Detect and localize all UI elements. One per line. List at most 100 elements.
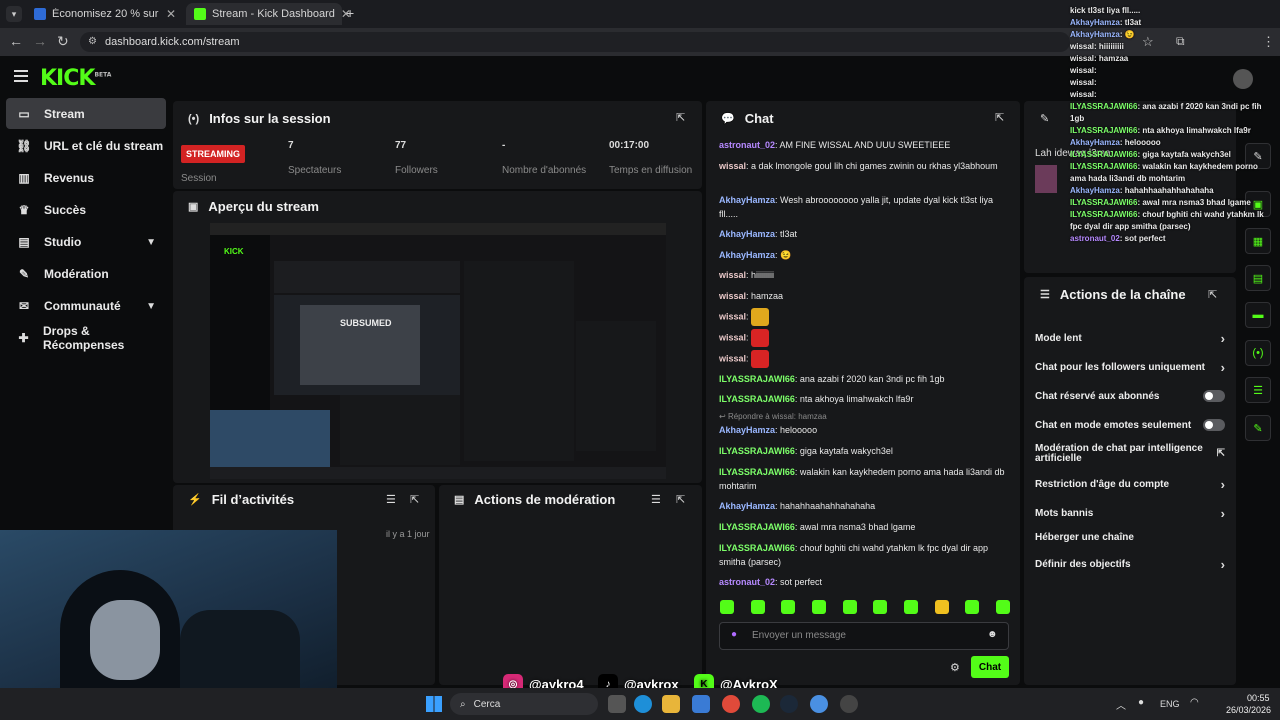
emote-icon[interactable] [965,600,980,614]
rail-document-button[interactable]: ▤ [1245,265,1271,291]
sidebar-item-succes[interactable]: ♛ Succès [6,195,166,225]
chat-message[interactable]: astronaut_02: sot perfect [719,575,1014,589]
reload-icon[interactable]: ↻ [57,33,69,50]
chat-message[interactable]: AkhayHamza: tl3at [719,227,1014,241]
chat-message[interactable]: wissal: hiiiiiiiii [719,268,1014,282]
tray-wifi-icon[interactable]: ◠ [1190,697,1199,708]
emote-icon[interactable] [720,600,734,614]
gift-icon: ✚ [18,331,29,345]
popout-icon[interactable]: ⇱ [676,111,685,124]
action-banned-words[interactable]: Mots bannis › [1035,506,1225,521]
rail-chat-button[interactable]: ▬ [1245,302,1271,328]
chat-message[interactable]: AkhayHamza: hahahhaahahhahahaha [719,499,1014,513]
emote-icon[interactable] [903,600,918,614]
send-chat-button[interactable]: Chat [971,656,1009,678]
chat-message[interactable]: wissal: hamzaa [719,289,1014,303]
chat-message[interactable]: wissal: [719,350,1014,368]
emoji-icon[interactable]: ☻ [987,629,998,640]
action-ai-moderation[interactable]: Modération de chat par intelligence arti… [1035,444,1225,464]
language-indicator[interactable]: ENG [1160,699,1180,709]
back-icon[interactable]: ← [9,33,23,49]
emote-icon[interactable] [873,600,888,614]
sidebar-item-url-key[interactable]: ⛓ URL et clé du stream [6,131,166,161]
action-set-goals[interactable]: Définir des objectifs › [1035,557,1225,572]
rail-actions-button[interactable]: ☰ [1245,377,1271,403]
chat-message[interactable]: AkhayHamza: Wesh abroooooooo yalla jit, … [719,193,1014,221]
action-mode-lent[interactable]: Mode lent › [1035,331,1225,346]
emote-icon[interactable] [934,600,949,614]
sidebar-item-moderation[interactable]: ✎ Modération [6,259,166,289]
file-explorer-icon[interactable] [608,695,626,713]
spotify-icon[interactable] [752,695,770,713]
browser-tab-kick[interactable]: Stream - Kick Dashboard ✕ [186,3,351,25]
emote-icon[interactable] [811,600,826,614]
chat-message[interactable]: AkhayHamza: helooooo [719,423,1014,437]
forward-icon[interactable]: → [33,33,47,49]
chat-message[interactable]: AkhayHamza: 😉 [719,248,1014,262]
chat-message[interactable]: ILYASSRAJAWI66: nta akhoya limahwakch lf… [719,392,1014,406]
chevron-down-icon: ▼ [146,236,156,248]
stream-preview[interactable]: KICK SUBSUMED [210,223,666,479]
kick-logo[interactable]: KICKBETA [40,66,111,91]
sidebar-item-communaute[interactable]: ✉ Communauté ▼ [6,291,166,321]
rail-moderation-button[interactable]: ✎ [1245,415,1271,441]
popout-icon[interactable]: ⇱ [1208,288,1217,301]
chrome-icon[interactable] [722,695,740,713]
filter-icon[interactable]: ☰ [651,493,661,506]
chat-message[interactable]: wissal: a dak lmongole goul lih chi game… [719,159,1014,173]
chat-message[interactable]: ILYASSRAJAWI66: chouf bghiti chi wahd yt… [719,541,1014,569]
obs-icon[interactable] [840,695,858,713]
clock-time[interactable]: 00:55 [1247,693,1270,703]
tray-mic-icon[interactable]: ● [1138,697,1144,708]
emote-icon [751,329,770,347]
emote-icon[interactable] [842,600,857,614]
link-icon: ⛓ [16,139,32,153]
store-icon[interactable] [692,695,710,713]
popout-icon[interactable]: ⇱ [410,493,419,506]
action-age-restriction[interactable]: Restriction d'âge du compte › [1035,477,1225,492]
channel-actions-title: ☰ Actions de la chaîne [1040,287,1186,302]
check-shield-icon [34,8,46,20]
steam-icon[interactable] [780,695,798,713]
chat-message[interactable]: ILYASSRAJAWI66: walakin kan kaykhedem po… [719,465,1014,493]
chat-settings-icon[interactable]: ⚙ [950,661,960,674]
folder-icon[interactable] [662,695,680,713]
chat-message[interactable]: wissal: [719,329,1014,347]
filter-icon[interactable]: ☰ [386,493,396,506]
menu-icon[interactable] [14,70,28,82]
chat-message[interactable]: ILYASSRAJAWI66: giga kaytafa wakych3el [719,444,1014,458]
close-tab-icon[interactable]: ✕ [166,7,176,21]
sidebar-item-stream[interactable]: ▭ Stream [6,98,166,129]
chat-message[interactable]: wissal: [719,308,1014,326]
edge-icon[interactable] [634,695,652,713]
clock-date[interactable]: 26/03/2026 [1226,705,1271,715]
sidebar-item-studio[interactable]: ▤ Studio ▼ [6,227,166,257]
tray-chevron-icon[interactable]: ︿ [1116,697,1126,712]
site-info-icon[interactable]: ⚙ [88,36,97,47]
chat-message[interactable]: ILYASSRAJAWI66: ana azabi f 2020 kan 3nd… [719,372,1014,386]
popout-icon[interactable]: ⇱ [676,493,685,506]
microphone-icon[interactable]: ● [731,629,737,640]
action-emotes-only[interactable]: Chat en mode emotes seulement [1035,419,1225,431]
subscribers-only-toggle[interactable] [1203,390,1225,402]
emote-icon[interactable] [995,600,1010,614]
chrome-active-icon[interactable] [810,695,828,713]
emote-icon[interactable] [750,600,765,614]
rail-broadcast-button[interactable]: (•) [1245,340,1271,366]
taskbar-search[interactable]: ⌕ Cerca [450,693,598,715]
action-host-channel[interactable]: Héberger une chaîne [1035,532,1225,543]
browser-tab-subsume[interactable]: Économisez 20 % sur SUBSUME ✕ [26,3,184,25]
chat-message[interactable]: astronaut_02: AM FINE WISSAL AND UUU SWE… [719,138,1014,152]
windows-start-icon[interactable] [426,696,442,712]
tab-list-button[interactable]: ▾ [6,6,22,22]
new-tab-button[interactable]: + [346,5,354,21]
popout-icon[interactable]: ⇱ [995,111,1004,124]
action-followers-only[interactable]: Chat pour les followers uniquement › [1035,360,1225,375]
wrench-icon: ✎ [18,267,30,281]
emotes-only-toggle[interactable] [1203,419,1225,431]
sidebar-item-revenus[interactable]: ▥ Revenus [6,163,166,193]
sidebar-item-drops[interactable]: ✚ Drops & Récompenses [6,323,166,353]
emote-icon[interactable] [781,600,796,614]
action-subscribers-only[interactable]: Chat réservé aux abonnés [1035,390,1225,402]
chat-message[interactable]: ILYASSRAJAWI66: awal mra nsma3 bhad lgam… [719,520,1014,534]
